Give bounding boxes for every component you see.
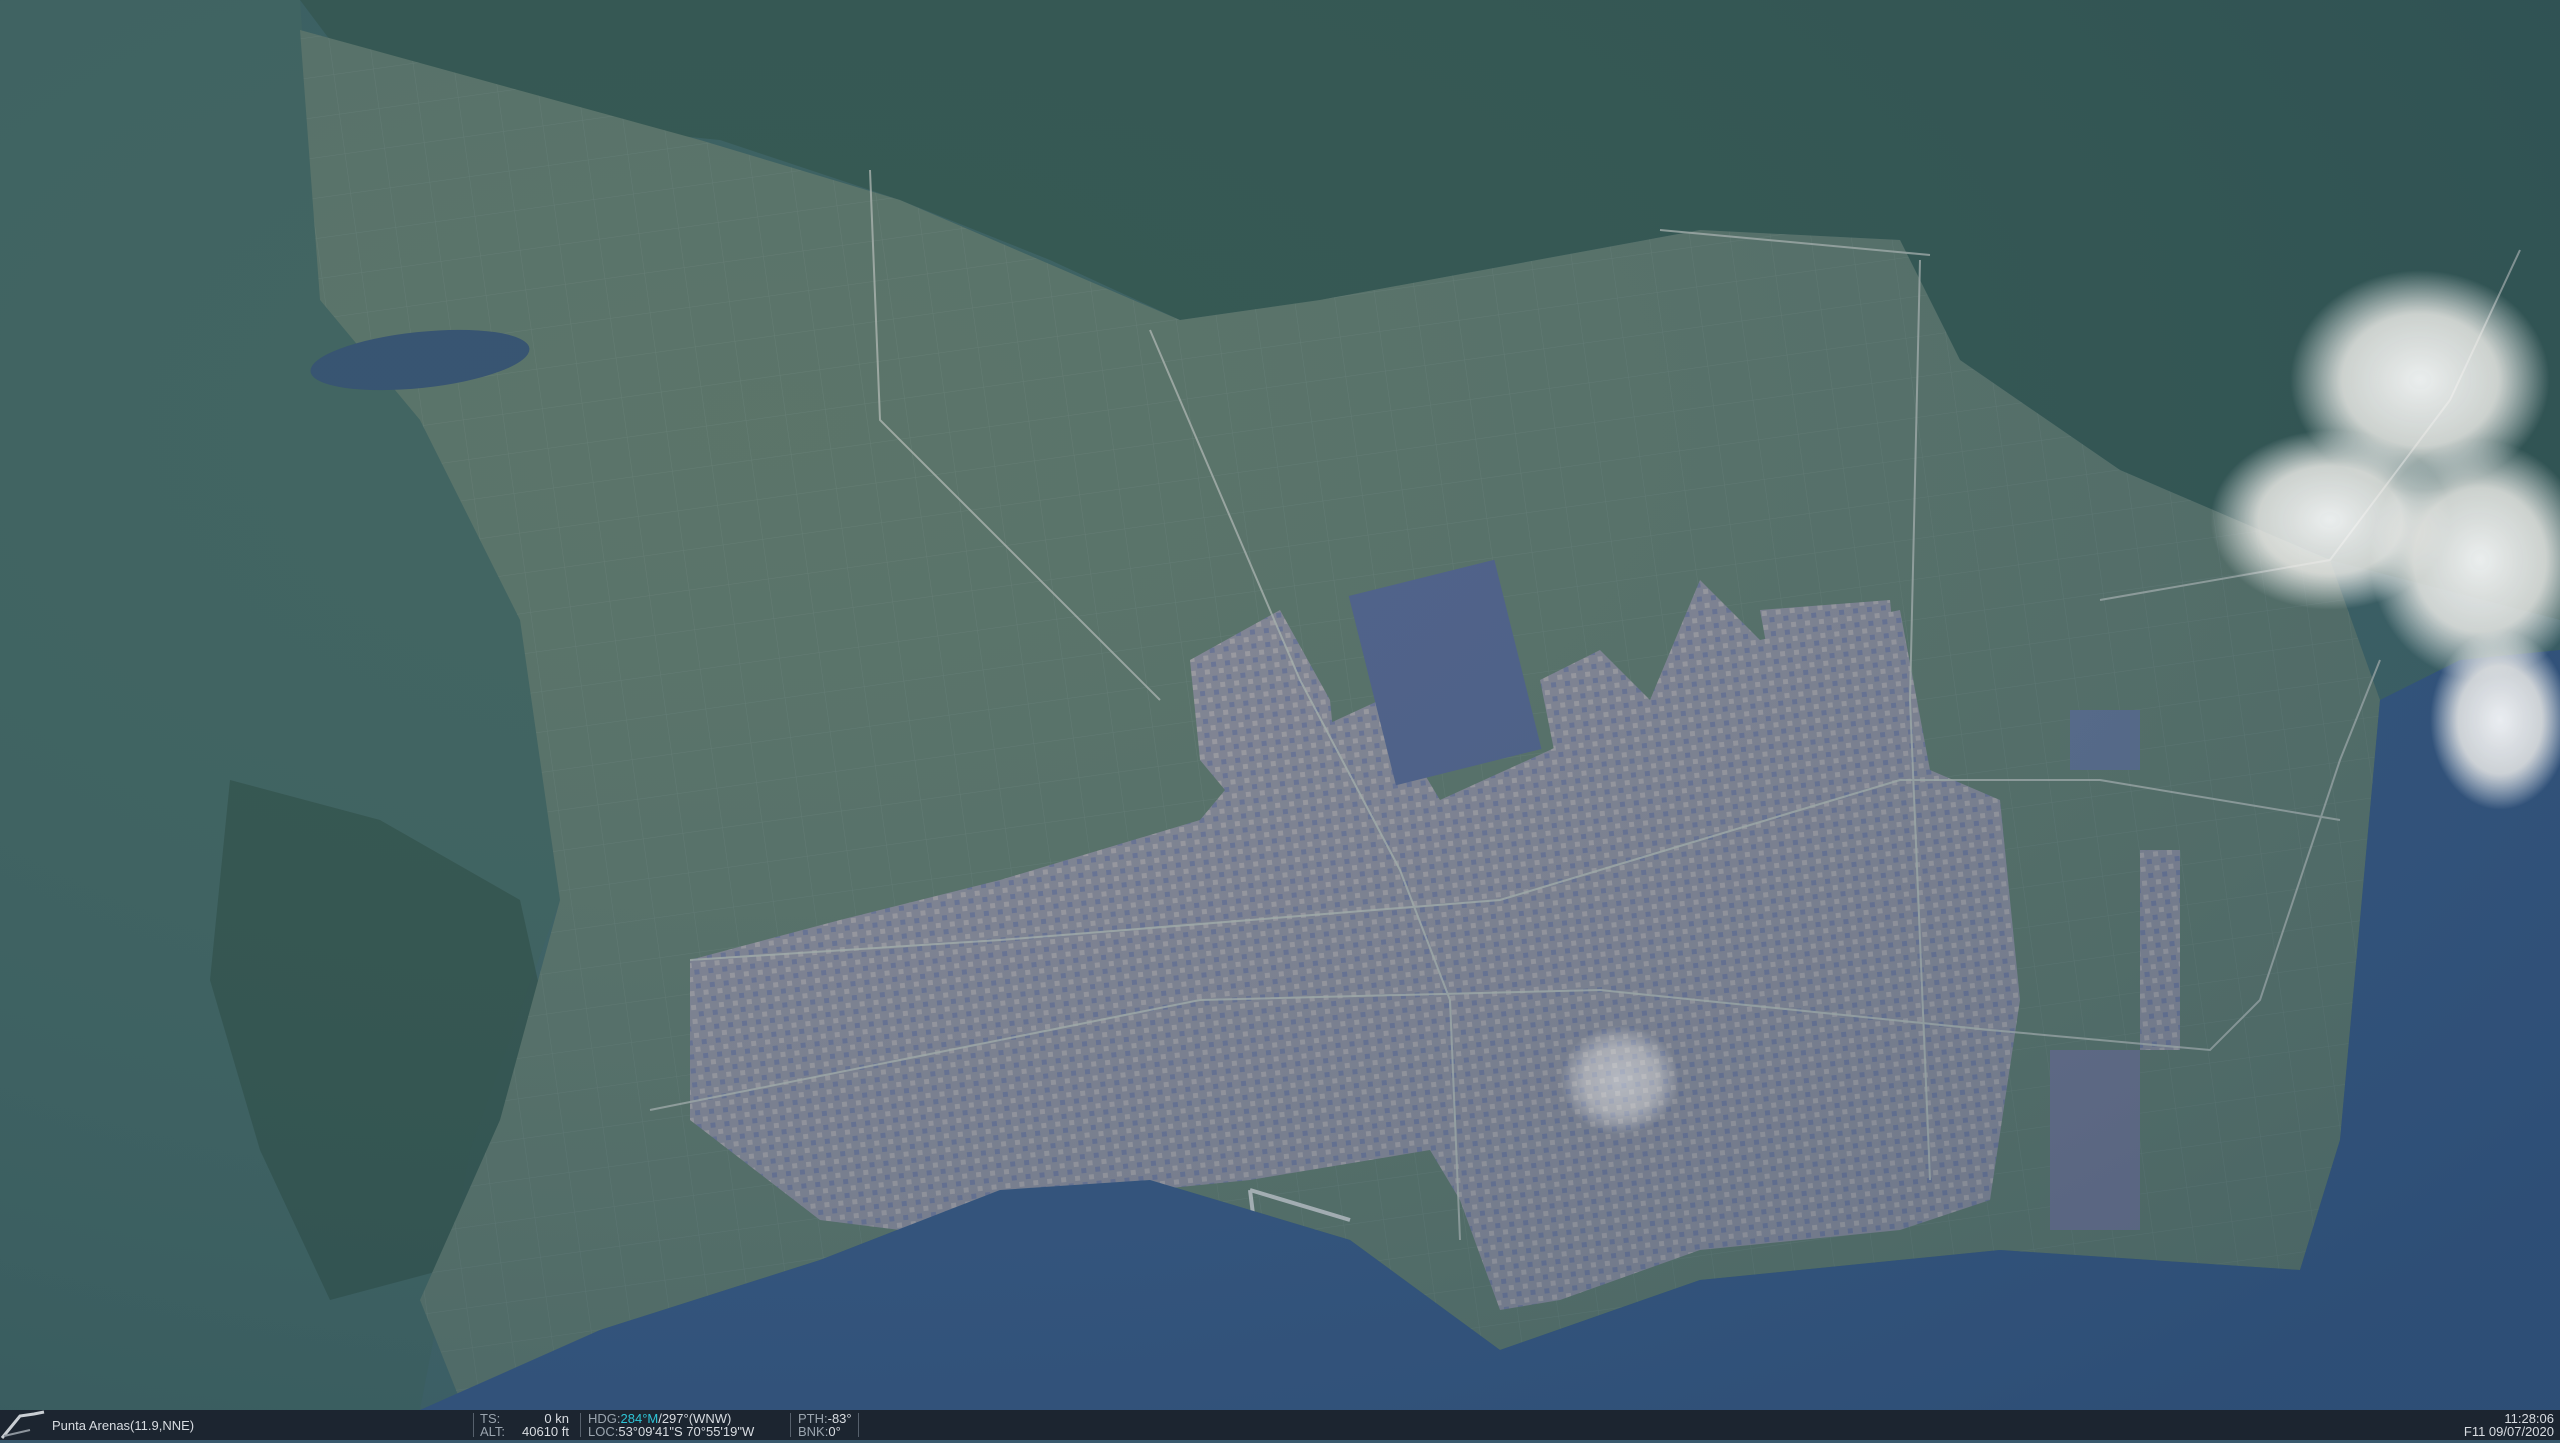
bnk-value: 0° — [828, 1424, 841, 1439]
bnk-label: BNK: — [798, 1424, 829, 1439]
aerial-map-view[interactable] — [0, 0, 2560, 1410]
sim-app-icon — [0, 1410, 46, 1440]
sim-date: F11 09/07/2020 — [2463, 1424, 2554, 1439]
location-readout: Punta Arenas(11.9,NNE) — [52, 1418, 195, 1433]
alt-label: ALT: — [480, 1424, 506, 1439]
status-bar: Punta Arenas(11.9,NNE) TS: 0 kn ALT: 406… — [0, 1410, 2560, 1440]
loc-label: LOC: — [588, 1424, 619, 1439]
alt-value: 40610 ft — [522, 1424, 569, 1439]
loc-value: 53°09'41"S 70°55'19"W — [618, 1424, 755, 1439]
